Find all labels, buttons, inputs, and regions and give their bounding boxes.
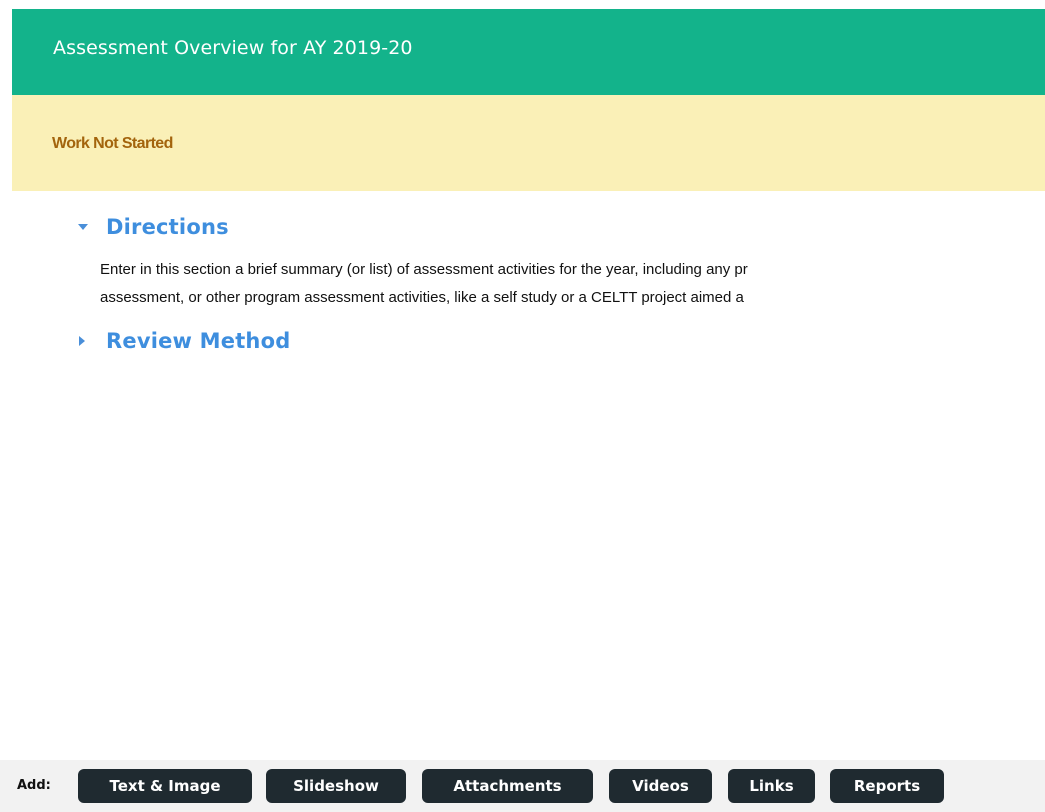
page-title: Assessment Overview for AY 2019-20 <box>53 37 413 59</box>
toolbar-label: Add: <box>17 778 51 793</box>
status-text: Work Not Started <box>52 135 173 152</box>
add-content-toolbar: Add: Text & Image Slideshow Attachments … <box>0 760 1045 812</box>
directions-line: Enter in this section a brief summary (o… <box>100 261 748 278</box>
add-attachments-button[interactable]: Attachments <box>422 769 593 803</box>
add-links-button[interactable]: Links <box>728 769 815 803</box>
directions-text: Enter in this section a brief summary (o… <box>100 256 1045 312</box>
add-reports-button[interactable]: Reports <box>830 769 944 803</box>
section-toggle-review-method[interactable]: Review Method <box>75 329 290 353</box>
section-label-review-method: Review Method <box>106 329 291 353</box>
section-label-directions: Directions <box>106 215 229 239</box>
add-videos-button[interactable]: Videos <box>609 769 712 803</box>
section-toggle-directions[interactable]: Directions <box>75 215 229 239</box>
caret-down-icon <box>75 220 89 234</box>
page: Assessment Overview for AY 2019-20 Work … <box>0 0 1045 812</box>
directions-line: assessment, or other program assessment … <box>100 289 744 306</box>
page-header: Assessment Overview for AY 2019-20 <box>12 9 1045 95</box>
add-text-image-button[interactable]: Text & Image <box>78 769 252 803</box>
status-banner: Work Not Started <box>12 95 1045 191</box>
caret-right-icon <box>75 334 89 348</box>
add-slideshow-button[interactable]: Slideshow <box>266 769 406 803</box>
